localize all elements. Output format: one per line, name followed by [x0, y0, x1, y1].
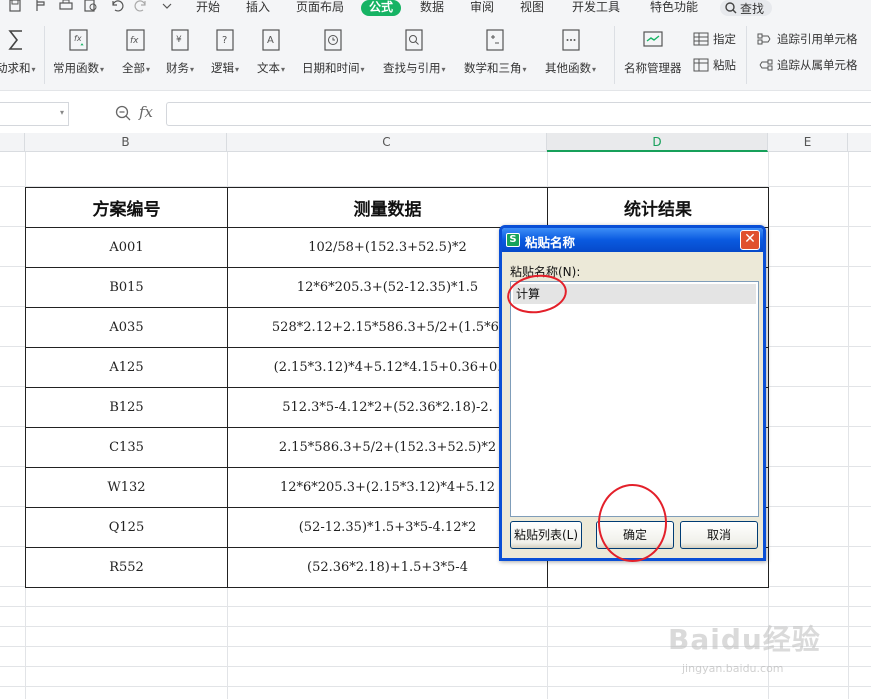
tab-formulas[interactable]: 公式 [361, 0, 402, 16]
svg-text:?: ? [222, 35, 227, 46]
baidu-watermark: Baidu经验 jingyan.baidu.com [668, 618, 828, 688]
formula-input[interactable] [166, 102, 871, 126]
column-header-b[interactable]: B [25, 133, 227, 152]
autosum-button[interactable]: 动求和 [0, 28, 36, 76]
svg-text:A: A [267, 35, 274, 46]
header-plan-id[interactable]: 方案编号 [25, 187, 228, 228]
name-manager-button[interactable]: 名称管理器 [624, 28, 683, 76]
table-icon [693, 32, 709, 46]
financial-button[interactable]: ¥ 财务 [166, 28, 194, 76]
menu-bar: 开始 插入 页面布局 公式 数据 审阅 视图 开发工具 特色功能 查找 [0, 0, 871, 18]
function-star-icon: fx [68, 29, 88, 51]
header-measurement-data[interactable]: 测量数据 [227, 187, 548, 228]
dialog-title: 粘贴名称 [525, 235, 576, 250]
assign-name-button[interactable]: 指定 [693, 31, 736, 47]
cell-plan-id[interactable]: B125 [25, 387, 228, 428]
common-functions-button[interactable]: fx 常用函数 [53, 28, 104, 76]
ribbon-separator [746, 26, 747, 84]
tab-page-layout[interactable]: 页面布局 [296, 0, 344, 16]
chevron-down-icon[interactable]: ▾ [60, 108, 64, 117]
ribbon: 动求和 fx 常用函数 fx 全部 ¥ 财务 ? 逻辑 A 文本 日期和时间 查… [0, 18, 871, 90]
tab-home[interactable]: 开始 [196, 0, 220, 16]
undo-icon[interactable] [110, 0, 124, 12]
tab-developer[interactable]: 开发工具 [572, 0, 620, 16]
cell-plan-id[interactable]: A001 [25, 227, 228, 268]
watermark-logo: Baidu经验 [668, 623, 821, 656]
svg-text:fx: fx [74, 34, 82, 43]
header-statistic-result[interactable]: 统计结果 [547, 187, 769, 228]
cell-plan-id[interactable]: A035 [25, 307, 228, 348]
app-logo-icon: S [506, 233, 520, 247]
close-icon[interactable]: ✕ [740, 230, 760, 250]
cell-plan-id[interactable]: B015 [25, 267, 228, 308]
logical-button[interactable]: ? 逻辑 [211, 28, 239, 76]
svg-text:¥: ¥ [176, 35, 182, 45]
svg-text:fx: fx [130, 36, 139, 46]
paste-table-icon [693, 58, 709, 72]
print-preview-icon[interactable] [84, 0, 98, 12]
sigma-icon [8, 30, 22, 50]
cancel-button[interactable]: 取消 [680, 521, 758, 549]
chevron-down-icon[interactable] [160, 0, 174, 12]
trace-dependents-button[interactable]: 追踪从属单元格 [757, 57, 858, 73]
fx-icon[interactable]: fx [139, 103, 153, 121]
search-label: 查找 [740, 1, 765, 16]
tab-view[interactable]: 视图 [520, 0, 544, 16]
magnifier-book-icon [405, 29, 423, 51]
name-box[interactable]: ▾ [0, 102, 69, 126]
date-time-button[interactable]: 日期和时间 [302, 28, 365, 76]
lookup-reference-button[interactable]: 查找与引用 [383, 28, 446, 76]
yen-book-icon: ¥ [171, 29, 189, 51]
cell-plan-id[interactable]: Q125 [25, 507, 228, 548]
cell-plan-id[interactable]: R552 [25, 547, 228, 588]
save-icon[interactable] [8, 0, 22, 12]
tab-review[interactable]: 审阅 [470, 0, 494, 16]
paste-list-button[interactable]: 粘贴列表(L) [510, 521, 582, 549]
tab-special-features[interactable]: 特色功能 [650, 0, 698, 16]
trace-precedents-icon [757, 33, 771, 45]
column-header-a[interactable] [0, 133, 25, 152]
format-painter-icon[interactable] [34, 0, 48, 12]
tab-insert[interactable]: 插入 [246, 0, 270, 16]
cell-plan-id[interactable]: W132 [25, 467, 228, 508]
column-header-f[interactable] [848, 133, 871, 152]
column-header-d[interactable]: D [547, 133, 768, 152]
math-book-icon [486, 29, 504, 51]
paste-name-button[interactable]: 粘贴 [693, 57, 736, 73]
dialog-title-bar[interactable]: S 粘贴名称 ✕ [502, 228, 763, 252]
ribbon-separator [44, 26, 45, 84]
clock-book-icon [324, 29, 342, 51]
redo-icon[interactable] [134, 0, 148, 12]
function-icon: fx [126, 29, 145, 51]
cell-plan-id[interactable]: C135 [25, 427, 228, 468]
question-book-icon: ? [216, 29, 234, 51]
math-trig-button[interactable]: 数学和三角 [464, 28, 527, 76]
tab-data[interactable]: 数据 [420, 0, 444, 16]
annotation-circle-ok [598, 484, 667, 562]
watermark-url: jingyan.baidu.com [682, 662, 784, 675]
trace-dependents-icon [759, 59, 773, 71]
all-functions-button[interactable]: fx 全部 [122, 28, 150, 76]
print-icon[interactable] [59, 0, 73, 12]
search-box[interactable]: 查找 [720, 0, 772, 16]
search-icon [725, 2, 737, 14]
column-header-e[interactable]: E [768, 133, 848, 152]
text-button[interactable]: A 文本 [257, 28, 285, 76]
column-header-c[interactable]: C [227, 133, 547, 152]
formula-bar: ▾ fx [0, 90, 871, 134]
zoom-out-icon[interactable] [115, 105, 131, 121]
ribbon-separator [614, 26, 615, 84]
name-list[interactable]: 计算 [510, 281, 759, 517]
cell-plan-id[interactable]: A125 [25, 347, 228, 388]
text-a-icon: A [262, 29, 280, 51]
other-functions-button[interactable]: 其他函数 [545, 28, 596, 76]
table-header-row: 方案编号 测量数据 统计结果 [25, 187, 769, 228]
name-manager-icon [643, 31, 663, 47]
ellipsis-book-icon [561, 29, 580, 51]
trace-precedents-button[interactable]: 追踪引用单元格 [757, 31, 858, 47]
